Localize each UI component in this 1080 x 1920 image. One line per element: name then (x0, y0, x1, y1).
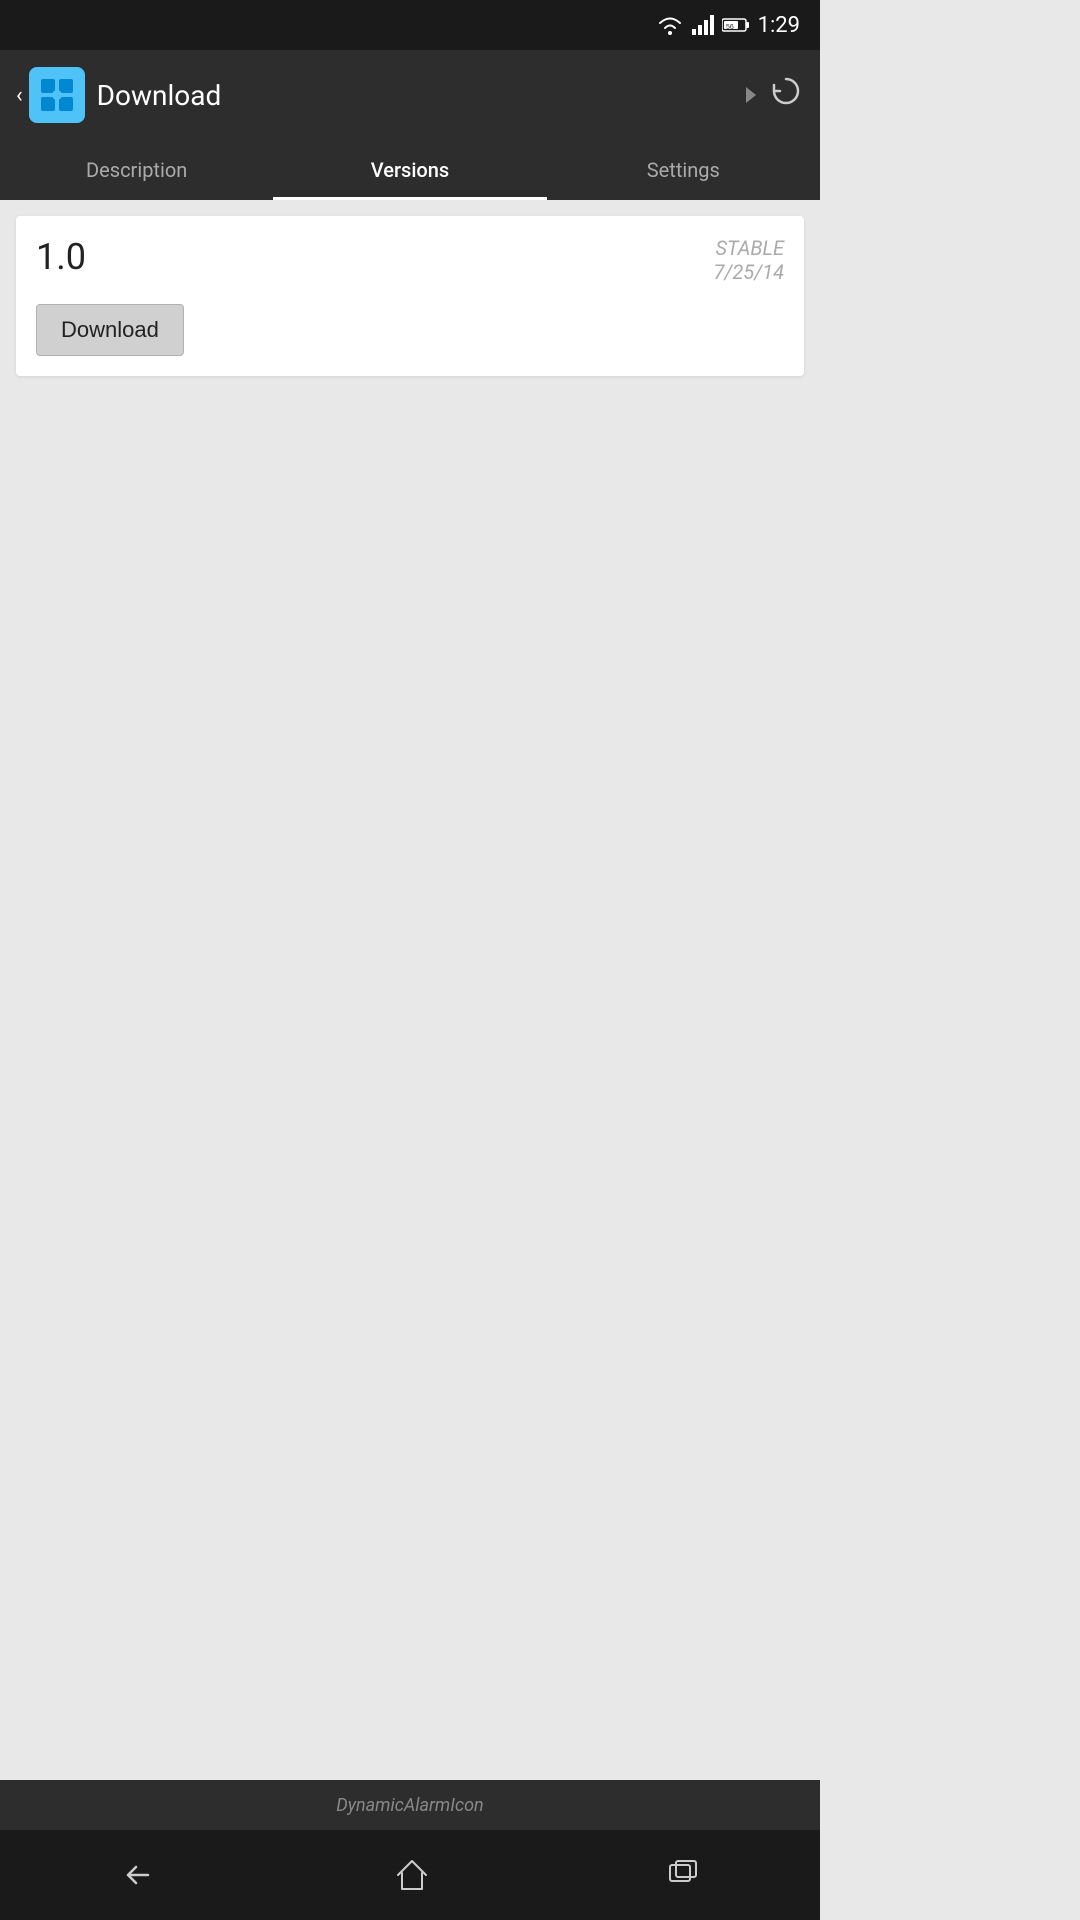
tab-description[interactable]: Description (0, 140, 273, 200)
nav-back-icon (118, 1859, 158, 1891)
version-date: 7/25/14 (713, 260, 784, 284)
version-stability: STABLE (713, 236, 784, 260)
tab-versions[interactable]: Versions (273, 140, 546, 200)
refresh-icon (768, 73, 804, 109)
nav-home-button[interactable] (384, 1847, 440, 1903)
status-time: 1:29 (758, 13, 800, 38)
nav-bar (0, 1830, 820, 1920)
nav-recents-button[interactable] (656, 1849, 712, 1901)
app-bar-title: Download (97, 79, 734, 112)
puzzle-icon (39, 77, 75, 113)
app-icon (29, 67, 85, 123)
version-number: 1.0 (36, 236, 86, 278)
bottom-bar: DynamicAlarmIcon (0, 1780, 820, 1830)
version-card: 1.0 STABLE 7/25/14 Download (16, 216, 804, 376)
app-name-label: DynamicAlarmIcon (336, 1795, 483, 1816)
signal-icon (692, 15, 714, 35)
tab-bar: Description Versions Settings (0, 140, 820, 200)
app-bar: ‹ Download (0, 50, 820, 140)
svg-text:56: 56 (726, 24, 734, 31)
status-icons: 56 1:29 (656, 13, 800, 38)
wifi-icon (656, 15, 684, 35)
back-button[interactable]: ‹ (16, 67, 85, 123)
back-arrow-icon: ‹ (16, 83, 23, 108)
main-content: 1.0 STABLE 7/25/14 Download (0, 200, 820, 1780)
dropdown-indicator-icon (746, 87, 756, 103)
version-meta: STABLE 7/25/14 (713, 236, 784, 284)
download-button[interactable]: Download (36, 304, 184, 356)
battery-icon: 56 (722, 17, 750, 33)
nav-back-button[interactable] (108, 1849, 168, 1901)
refresh-button[interactable] (768, 73, 804, 117)
nav-home-icon (394, 1857, 430, 1893)
status-bar: 56 1:29 (0, 0, 820, 50)
version-card-header: 1.0 STABLE 7/25/14 (36, 236, 784, 284)
tab-settings[interactable]: Settings (547, 140, 820, 200)
nav-recents-icon (666, 1859, 702, 1891)
